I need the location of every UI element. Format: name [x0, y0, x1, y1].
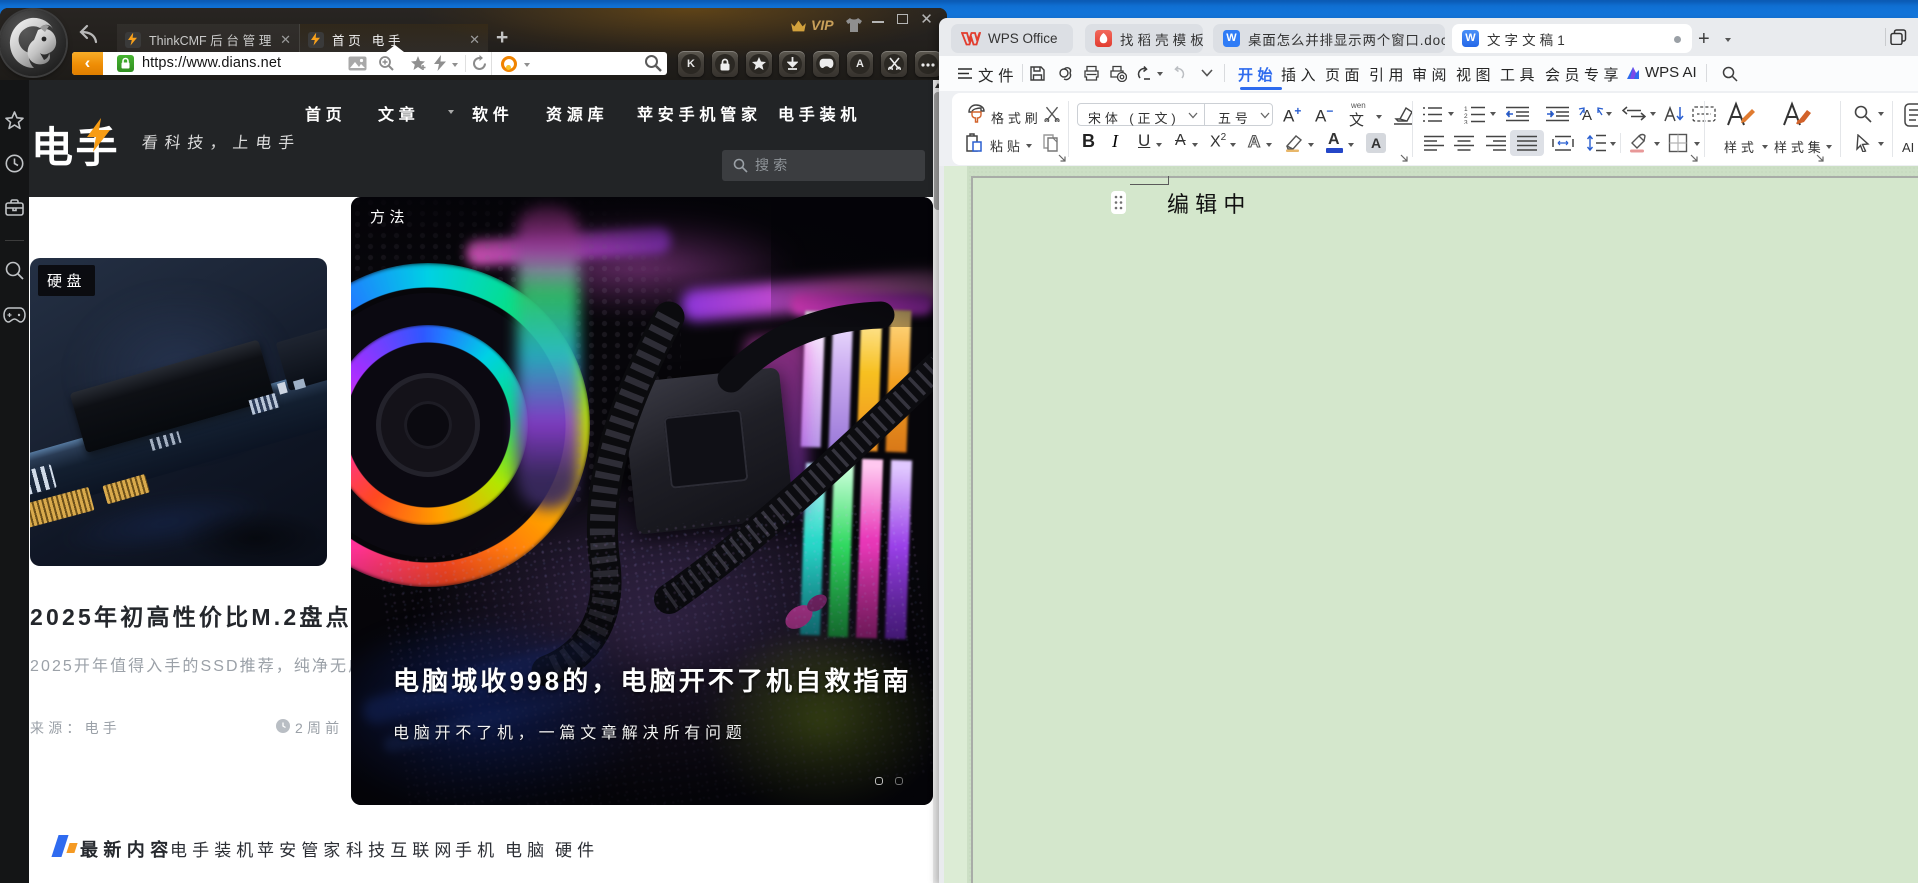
svg-text:1: 1	[1464, 106, 1468, 113]
svg-text:3: 3	[1464, 120, 1468, 125]
